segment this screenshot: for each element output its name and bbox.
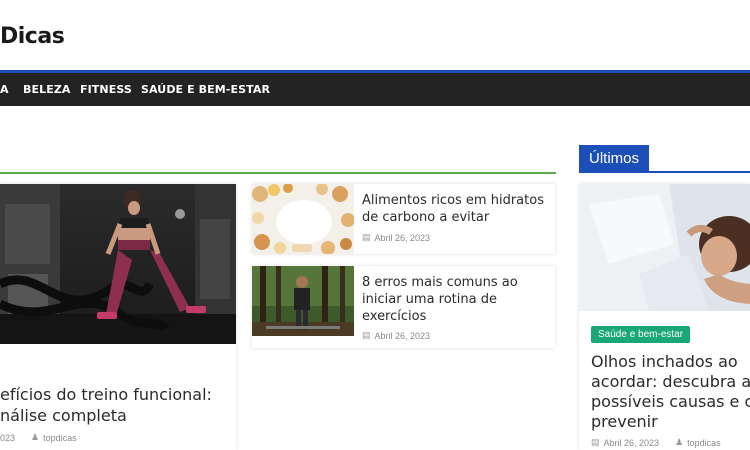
logo-text: Dicas — [0, 23, 65, 49]
user-icon: ♟ — [675, 437, 684, 447]
post-title-line-2: iniciar uma rotina de — [362, 292, 497, 307]
calendar-icon: ▤ — [362, 330, 371, 340]
post-title[interactable]: Alimentos ricos em hidratos de carbono a… — [362, 192, 552, 226]
post-title-line-2: de carbono a evitar — [362, 210, 490, 225]
main-navigation: A BELEZA FITNESS SAÚDE E BEM-ESTAR — [0, 70, 750, 106]
sidebar-heading: Últimos — [579, 145, 750, 173]
section-divider — [0, 172, 556, 174]
featured-post-title-line-2: nálise completa — [0, 406, 127, 425]
nav-item-saude-e-bem-estar[interactable]: SAÚDE E BEM-ESTAR — [141, 73, 270, 106]
latest-post-meta: ▤ Abril 26, 2023 ♟ topdicas — [591, 437, 721, 448]
post-meta: ▤ Abril 26, 2023 — [362, 330, 430, 341]
post-title[interactable]: 8 erros mais comuns ao iniciar uma rotin… — [362, 274, 552, 325]
post-image[interactable] — [252, 266, 354, 336]
featured-post-image[interactable] — [0, 184, 236, 344]
latest-post-title-line-1: Olhos inchados ao — [591, 352, 738, 371]
nav-item-partial[interactable]: A — [0, 73, 9, 106]
featured-post-date[interactable]: 023 — [0, 433, 15, 443]
post-title-line-1: Alimentos ricos em hidratos — [362, 193, 544, 208]
site-logo[interactable]: Dicas — [0, 16, 65, 56]
sidebar-heading-label: Últimos — [579, 145, 650, 173]
calendar-icon: ▤ — [362, 232, 371, 242]
nav-item-beleza[interactable]: BELEZA — [23, 73, 71, 106]
post-meta: ▤ Abril 26, 2023 — [362, 232, 430, 243]
latest-post-card[interactable]: Saúde e bem-estar Olhos inchados ao acor… — [579, 184, 750, 450]
latest-post-title-line-3: possíveis causas e co — [591, 392, 750, 411]
post-date[interactable]: Abril 26, 2023 — [375, 233, 431, 243]
post-card[interactable]: 8 erros mais comuns ao iniciar uma rotin… — [252, 266, 555, 348]
featured-post-author[interactable]: topdicas — [43, 433, 77, 443]
featured-post-meta: 023 ♟ topdicas — [0, 432, 77, 443]
latest-post-author[interactable]: topdicas — [687, 438, 721, 448]
category-badge[interactable]: Saúde e bem-estar — [591, 326, 691, 343]
latest-post-date[interactable]: Abril 26, 2023 — [604, 438, 660, 448]
nav-item-fitness[interactable]: FITNESS — [80, 73, 132, 106]
featured-post-title[interactable]: efícios do treino funcional: nálise comp… — [0, 384, 236, 426]
latest-post-title[interactable]: Olhos inchados ao acordar: descubra a po… — [591, 352, 750, 432]
featured-post-card[interactable]: efícios do treino funcional: nálise comp… — [0, 184, 236, 450]
post-date[interactable]: Abril 26, 2023 — [375, 331, 431, 341]
featured-post-title-line-1: efícios do treino funcional: — [0, 385, 212, 404]
post-card[interactable]: Alimentos ricos em hidratos de carbono a… — [252, 184, 555, 254]
latest-post-image[interactable] — [579, 184, 750, 311]
post-title-line-1: 8 erros mais comuns ao — [362, 275, 518, 290]
post-image[interactable] — [252, 184, 354, 254]
user-icon: ♟ — [31, 432, 40, 442]
latest-post-title-line-4: prevenir — [591, 412, 658, 431]
post-title-line-3: exercícios — [362, 309, 427, 324]
latest-post-title-line-2: acordar: descubra a — [591, 372, 750, 391]
calendar-icon: ▤ — [591, 437, 600, 447]
